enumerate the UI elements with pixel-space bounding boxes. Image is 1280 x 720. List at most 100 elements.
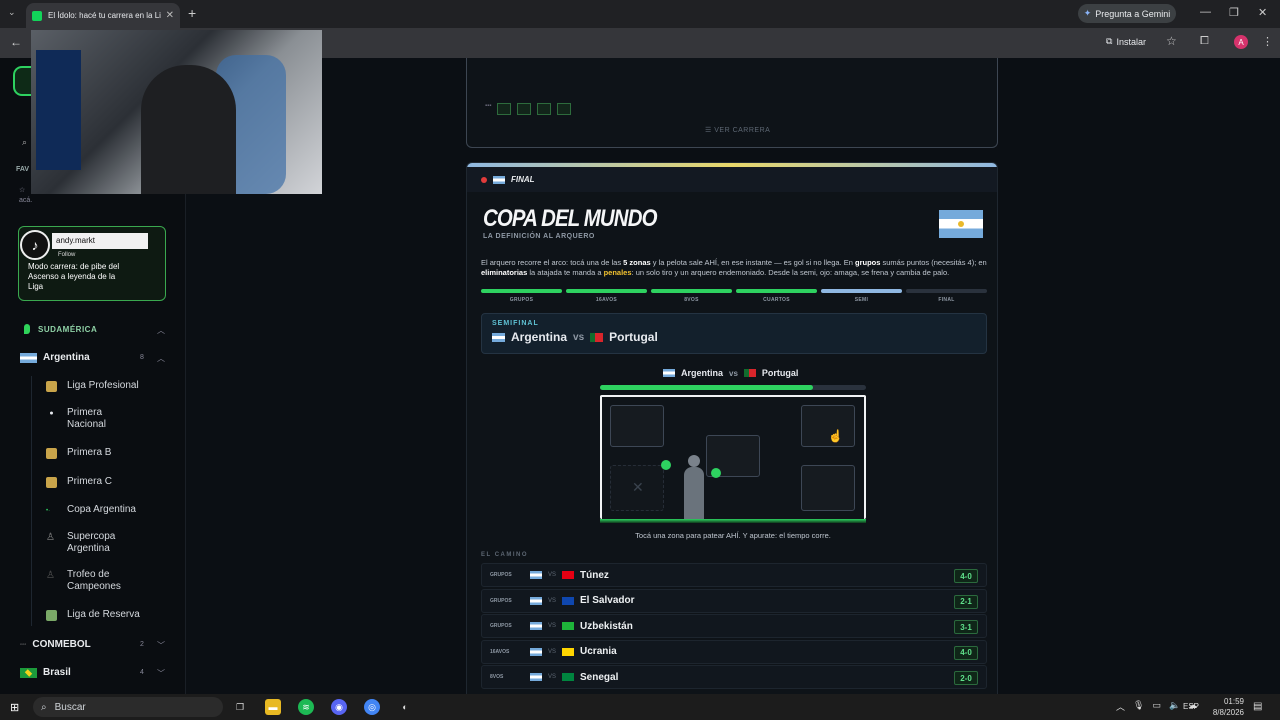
browser-menu-icon[interactable]: ⋮ [1262,35,1273,48]
goal-zone-top-left[interactable] [610,405,664,447]
bookmark-star-icon[interactable]: ☆ [1166,34,1177,48]
chevron-up-icon[interactable]: ︿ [157,353,165,364]
network-icon: ▭ [1152,700,1161,710]
league-item[interactable]: Liga Profesional [46,380,139,392]
chrome-icon[interactable]: ◎ [364,699,380,715]
match-score: 3-1 [954,620,978,634]
staff-slot [517,103,532,115]
country-conmebol[interactable]: ◦◦◦ CONMEBOL [20,639,91,650]
match-phase: 16AVOS [490,648,510,655]
timer-fill [600,385,813,390]
league-item[interactable]: ♙ Trofeo de Campeones [46,569,136,593]
notifications-icon[interactable]: ▤ [1253,701,1262,712]
country-brasil[interactable]: Brasil [20,667,71,678]
tab-list-icon[interactable]: ⌄ [8,7,16,18]
discord-icon[interactable]: ◉ [331,699,347,715]
tiktok-follow: Follow [58,252,76,258]
league-label: Liga Profesional [67,380,139,391]
new-tab-button[interactable]: + [188,6,196,20]
match-phase: GRUPOS [490,623,512,629]
language-indicator[interactable]: ESP [1183,702,1199,711]
site-favicon-icon [32,10,42,21]
tab-close-icon[interactable]: ✕ [166,10,174,21]
dots-icon: •· [46,508,51,514]
clock[interactable]: 01:59 8/8/2026 [1200,696,1244,718]
spotify-icon[interactable]: ≋ [298,699,314,715]
match-row[interactable]: 16AVOS VS Ucrania 4-0 [481,639,987,664]
install-button[interactable]: ⧉ Instalar [1106,36,1146,47]
opponent-name: Ucrania [580,646,617,657]
vs-label: VS [548,597,557,604]
profile-avatar[interactable]: A [1234,35,1248,49]
league-item[interactable]: •· Copa Argentina [46,504,136,516]
away-team: Portugal [609,330,658,344]
extensions-icon[interactable]: ⧠ [1200,35,1209,48]
home-team: Argentina [681,368,724,378]
chevron-up-icon[interactable]: ︿ [157,325,165,336]
ver-carrera-link[interactable]: ☰ VER CARRERA [705,126,770,134]
chevron-down-icon[interactable]: ﹀ [157,668,165,679]
stage-step: CUARTOS [736,289,817,303]
league-item[interactable]: Primera B [46,447,111,459]
obs-icon[interactable]: ◐ [397,699,413,715]
dot-icon: ● [49,410,54,417]
country-argentina[interactable]: Argentina [20,352,90,363]
chevron-down-icon[interactable]: ﹀ [157,640,165,651]
ver-carrera-label: VER CARRERA [714,127,771,134]
goal-frame: ✕ [600,395,866,519]
tree-line [31,376,32,626]
staff-slot [497,103,512,115]
back-arrow-icon[interactable]: ← [10,35,22,49]
shield-icon [46,610,57,621]
league-item[interactable]: ♙ Supercopa Argentina [46,531,136,555]
trophy-icon: ♙ [46,532,55,543]
maximize-button[interactable]: ❐ [1229,6,1239,19]
vs-label: VS [548,648,557,655]
search-icon: ⌕ [41,701,47,713]
minimize-button[interactable]: — [1200,6,1211,18]
instructions-text: El arquero recorre el arco: tocá una de … [481,258,987,277]
stage-progress: GRUPOS 16AVOS 8VOS CUARTOS SEMI FINAL [481,289,987,303]
app-logo[interactable] [13,66,31,96]
goal-zone-bottom-right[interactable] [801,465,855,511]
match-row[interactable]: GRUPOS VS Uzbekistán 3-1 [481,614,987,638]
brasil-flag-icon [20,667,37,678]
league-item[interactable]: Primera C [46,476,112,488]
tiktok-username: andy.markt [52,233,148,249]
stage-bar [481,289,562,293]
search-placeholder: Buscar [54,701,86,713]
league-item[interactable]: ● Primera Nacional [46,407,126,431]
league-item[interactable]: Liga de Reserva [46,609,140,621]
browser-tab[interactable]: El Ídolo: hacé tu carrera en la Li ✕ [26,3,180,28]
keeper-glove-left [661,460,671,470]
aca-text: acá. [19,197,33,204]
stage-step: SEMI [821,289,902,303]
timer-bar [600,385,866,390]
task-view-icon[interactable]: ❐ [232,699,248,715]
stage-bar [736,289,817,293]
favorites-label: FAV [16,166,30,173]
match-row[interactable]: GRUPOS VS Túnez 4-0 [481,563,987,587]
opponent-name: Senegal [580,671,619,683]
windows-start-icon[interactable]: ⊞ [10,701,19,714]
clock-time: 01:59 [1223,697,1244,706]
region-header[interactable]: SUDAMÉRICA [24,324,97,334]
portugal-flag-icon [590,332,604,342]
mic-icon: 🎙 [1133,700,1145,710]
opponent-flag-icon [562,673,575,681]
stage-label: 8VOS [684,297,699,303]
taskbar-search[interactable]: ⌕ Buscar [33,697,223,717]
gemini-button[interactable]: ✦ Pregunta a Gemini [1078,4,1176,23]
goal-line [600,519,866,523]
stage-step: 16AVOS [566,289,647,303]
promo-text: Modo carrera: de pibe del Ascenso a leye… [28,262,120,291]
match-phase: 8VOS [490,674,504,680]
shield-icon [46,477,57,488]
file-explorer-icon[interactable]: ▬ [265,699,281,715]
argentina-flag-icon [530,647,542,656]
match-row[interactable]: 8VOS VS Senegal 2-0 [481,665,987,689]
match-row[interactable]: GRUPOS VS El Salvador 2-1 [481,588,987,613]
map-pin-icon [24,324,30,334]
close-window-button[interactable]: ✕ [1258,6,1267,19]
search-icon[interactable]: ⌕ [22,137,27,148]
